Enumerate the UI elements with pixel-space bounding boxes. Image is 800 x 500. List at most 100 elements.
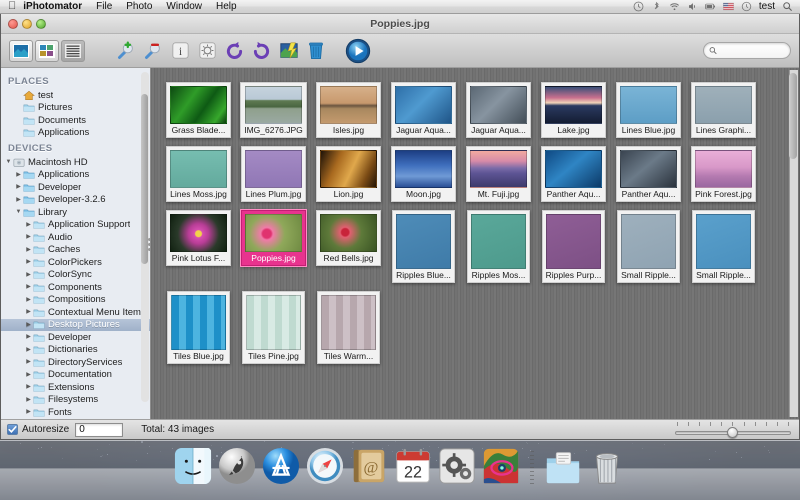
sidebar-item-compositions[interactable]: Compositions: [1, 294, 150, 307]
app-store-icon[interactable]: [262, 447, 300, 485]
sidebar-item-components[interactable]: Components: [1, 281, 150, 294]
sidebar-item-colorpickers[interactable]: ColorPickers: [1, 256, 150, 269]
view-list-button[interactable]: [61, 39, 85, 62]
search-input[interactable]: [717, 45, 785, 56]
rotate-left-button[interactable]: [222, 38, 247, 63]
photo-thumbnail[interactable]: [395, 150, 452, 188]
photo-cell[interactable]: Lines Moss.jpg: [161, 146, 236, 202]
photo-frame[interactable]: Lines Blue.jpg: [616, 82, 681, 138]
menu-help[interactable]: Help: [209, 0, 244, 14]
wifi-icon[interactable]: [669, 1, 680, 12]
spotlight-search-icon[interactable]: [782, 1, 793, 12]
photo-cell[interactable]: Moon.jpg: [386, 146, 461, 202]
photo-frame[interactable]: Tiles Warm...: [317, 291, 380, 364]
photo-thumbnail[interactable]: [320, 86, 377, 124]
photo-frame[interactable]: Ripples Blue...: [392, 210, 455, 283]
photo-cell[interactable]: Jaguar Aqua...: [386, 82, 461, 138]
photo-frame[interactable]: Red Bells.jpg: [316, 210, 381, 266]
volume-icon[interactable]: [687, 1, 698, 12]
disclosure-triangle-icon[interactable]: [24, 322, 33, 328]
rotate-right-button[interactable]: [249, 38, 274, 63]
sidebar-item-filesystems[interactable]: Filesystems: [1, 394, 150, 407]
photo-frame[interactable]: Isles.jpg: [316, 82, 381, 138]
photo-thumbnail[interactable]: [470, 150, 527, 188]
disclosure-triangle-icon[interactable]: [24, 347, 33, 353]
photo-thumbnail[interactable]: [170, 214, 227, 252]
minimize-button[interactable]: [22, 18, 32, 29]
photo-cell[interactable]: Lion.jpg: [311, 146, 386, 202]
photo-thumbnail[interactable]: [321, 295, 376, 350]
time-machine-icon[interactable]: [633, 1, 644, 12]
photo-cell[interactable]: Mt. Fuji.jpg: [461, 146, 536, 202]
autoresize-value-input[interactable]: [75, 422, 124, 437]
sidebar-item-developer-3-2-6[interactable]: Developer-3.2.6: [1, 194, 150, 207]
zoom-button[interactable]: [36, 18, 46, 29]
safari-compass-icon[interactable]: [306, 447, 344, 485]
photo-thumbnail[interactable]: [695, 86, 752, 124]
photo-cell[interactable]: Panther Aqu...: [611, 146, 686, 202]
disclosure-triangle-icon[interactable]: [24, 259, 33, 265]
photo-thumbnail[interactable]: [170, 150, 227, 188]
photo-frame[interactable]: Tiles Pine.jpg: [242, 291, 305, 364]
info-button[interactable]: i: [168, 38, 193, 63]
disclosure-triangle-icon[interactable]: [24, 309, 33, 315]
menu-user-name[interactable]: test: [759, 1, 775, 12]
photo-thumbnail[interactable]: [696, 214, 751, 269]
battery-icon[interactable]: [705, 1, 716, 12]
downloads-folder-icon[interactable]: [544, 447, 582, 485]
photo-frame[interactable]: Panther Aqu...: [616, 146, 681, 202]
disclosure-triangle-icon[interactable]: [24, 384, 33, 390]
close-button[interactable]: [8, 18, 18, 29]
sidebar-item-documentation[interactable]: Documentation: [1, 369, 150, 382]
sidebar-item-application-support[interactable]: Application Support: [1, 219, 150, 232]
disclosure-triangle-icon[interactable]: [24, 247, 33, 253]
photo-cell[interactable]: Grass Blade...: [161, 82, 236, 138]
grid-scrollbar-track[interactable]: [788, 70, 798, 417]
photo-thumbnail[interactable]: [245, 214, 302, 252]
photo-thumbnail[interactable]: [396, 214, 451, 269]
photo-frame[interactable]: Panther Aqu...: [541, 146, 606, 202]
photo-thumbnail[interactable]: [246, 295, 301, 350]
clock-icon[interactable]: [741, 1, 752, 12]
finder-icon[interactable]: [174, 447, 212, 485]
photo-cell[interactable]: Small Ripple...: [686, 210, 761, 283]
adjust-button[interactable]: [195, 38, 220, 63]
remove-photo-button[interactable]: [141, 38, 166, 63]
photo-thumbnail[interactable]: [620, 150, 677, 188]
photo-thumbnail[interactable]: [545, 86, 602, 124]
sidebar-item-library[interactable]: Library: [1, 206, 150, 219]
photo-thumbnail[interactable]: [170, 86, 227, 124]
photo-cell[interactable]: Lines Plum.jpg: [236, 146, 311, 202]
address-book-icon[interactable]: @: [350, 447, 388, 485]
autoresize-checkbox[interactable]: [7, 424, 18, 435]
sidebar-item-dictionaries[interactable]: Dictionaries: [1, 344, 150, 357]
sidebar-item-documents[interactable]: Documents: [1, 114, 150, 127]
sidebar-item-caches[interactable]: Caches: [1, 244, 150, 257]
photo-thumbnail[interactable]: [545, 150, 602, 188]
slideshow-play-button[interactable]: [345, 38, 371, 64]
bluetooth-icon[interactable]: [651, 1, 662, 12]
flag-icon[interactable]: [723, 1, 734, 12]
photo-cell[interactable]: IMG_6276.JPG: [236, 82, 311, 138]
thumbnail-size-slider[interactable]: [673, 421, 793, 438]
search-box[interactable]: [703, 42, 791, 59]
photo-frame[interactable]: Tiles Blue.jpg: [167, 291, 230, 364]
disclosure-triangle-icon[interactable]: [24, 222, 33, 228]
sidebar-item-pictures[interactable]: Pictures: [1, 102, 150, 115]
sidebar-item-applications[interactable]: Applications: [1, 127, 150, 140]
launchpad-rocket-icon[interactable]: [218, 447, 256, 485]
photo-thumbnail[interactable]: [395, 86, 452, 124]
photo-cell[interactable]: Tiles Blue.jpg: [161, 291, 236, 364]
disclosure-triangle-icon[interactable]: [14, 209, 23, 215]
photo-cell[interactable]: Lines Graphi...: [686, 82, 761, 138]
photo-cell[interactable]: Poppies.jpg: [236, 210, 311, 283]
disclosure-triangle-icon[interactable]: [24, 234, 33, 240]
menu-app-name[interactable]: iPhotomator: [16, 0, 89, 14]
edit-image-button[interactable]: [276, 38, 301, 63]
photo-cell[interactable]: Ripples Purp...: [536, 210, 611, 283]
photo-cell[interactable]: Panther Aqu...: [536, 146, 611, 202]
photo-frame[interactable]: Small Ripple...: [692, 210, 755, 283]
view-single-photo-button[interactable]: [9, 39, 33, 62]
photo-frame[interactable]: Lake.jpg: [541, 82, 606, 138]
photo-thumbnail[interactable]: [320, 150, 377, 188]
